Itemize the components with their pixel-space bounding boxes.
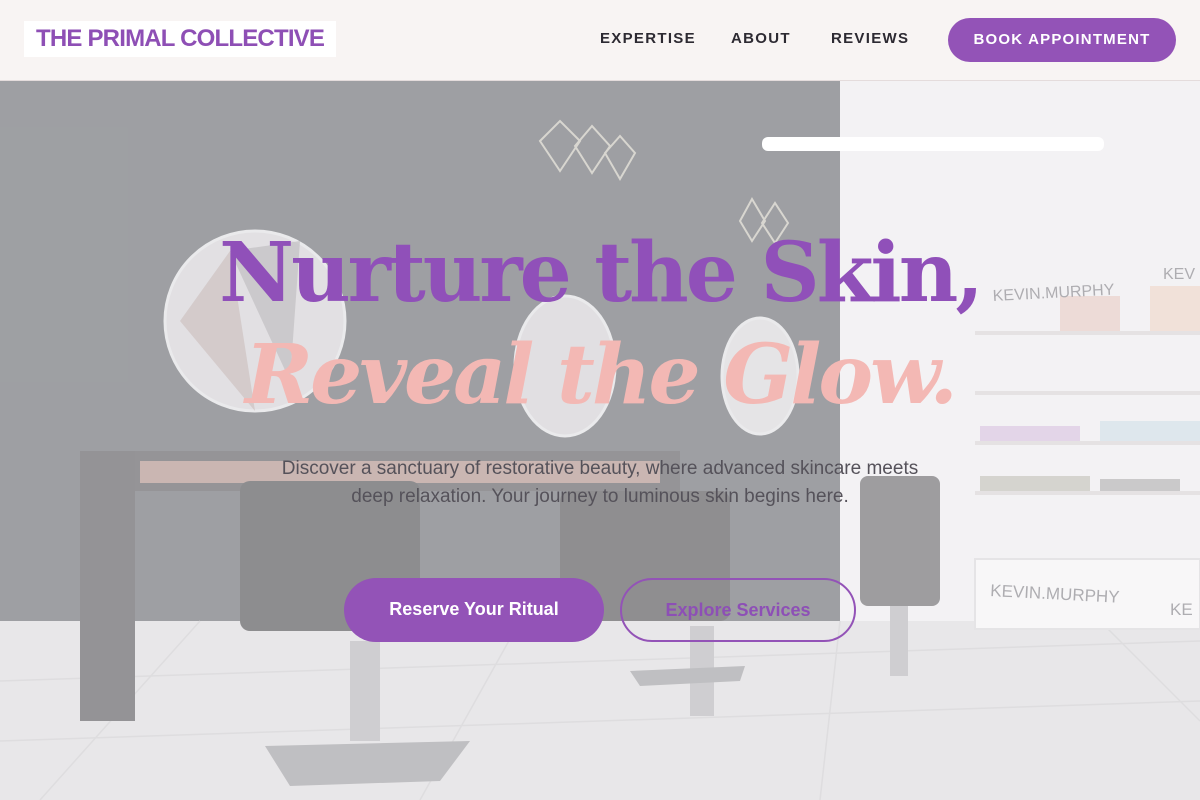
nav-about-link[interactable]: ABOUT <box>731 30 791 47</box>
explore-services-button[interactable]: Explore Services <box>620 578 856 642</box>
book-appointment-button[interactable]: BOOK APPOINTMENT <box>948 18 1176 62</box>
hero-headline-line2: Reveal the Glow. <box>245 327 958 423</box>
hero-section: KEVIN.MURPHY KEV KEVIN.MURPHY KE <box>0 81 1200 800</box>
reserve-ritual-button[interactable]: Reserve Your Ritual <box>344 578 604 642</box>
site-header: THE PRIMAL COLLECTIVE EXPERTISE ABOUT RE… <box>0 0 1200 81</box>
nav-expertise-link[interactable]: EXPERTISE <box>600 30 696 47</box>
hero-headline-line1: Nurture the Skin, <box>219 225 984 321</box>
hero-subtitle: Discover a sanctuary of restorative beau… <box>281 458 919 507</box>
nav-reviews-link[interactable]: REVIEWS <box>831 30 909 47</box>
hero-light-overlay <box>0 81 1200 800</box>
site-logo[interactable]: THE PRIMAL COLLECTIVE <box>24 21 337 57</box>
